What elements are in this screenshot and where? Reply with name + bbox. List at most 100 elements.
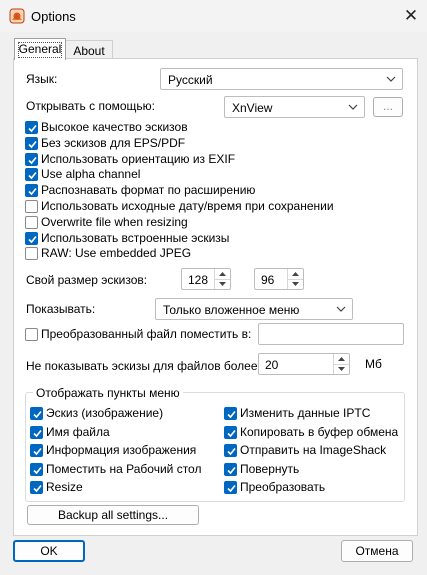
thumb-height-value: 96: [261, 273, 275, 287]
show-label: Показывать:: [26, 302, 96, 316]
menu-item-checkbox[interactable]: [224, 481, 237, 494]
close-icon[interactable]: ✕: [398, 4, 424, 28]
open-with-select-value: XnView: [232, 101, 273, 115]
checkmark-icon: [227, 447, 236, 456]
xnview-app-icon: [9, 8, 25, 24]
option-label: Без эскизов для EPS/PDF: [41, 135, 186, 150]
menu-item-label: Изменить данные IPTC: [240, 406, 371, 420]
menu-item-label: Эскиз (изображение): [46, 406, 164, 420]
backup-settings-button[interactable]: Backup all settings...: [27, 505, 199, 525]
browse-button-label: ...: [382, 99, 393, 113]
checkmark-icon: [28, 235, 37, 243]
convert-file-checkbox[interactable]: [25, 328, 38, 341]
option-label: Высокое качество эскизов: [41, 120, 188, 134]
checkmark-icon: [28, 156, 37, 164]
menu-item-checkbox[interactable]: [224, 462, 237, 476]
menu-item-label: Resize: [46, 480, 83, 494]
checkmark-icon: [227, 410, 236, 419]
option-label: Overwrite file when resizing: [41, 214, 188, 229]
spin-down-icon[interactable]: [288, 279, 303, 289]
menu-item-checkbox[interactable]: [30, 462, 43, 476]
thumb-width-value: 128: [188, 273, 209, 287]
max-size-spinner[interactable]: [333, 354, 349, 374]
chevron-down-icon: [336, 306, 346, 312]
backup-settings-label: Backup all settings...: [57, 508, 169, 522]
tab-about-label: About: [73, 44, 105, 58]
language-select-value: Русский: [168, 73, 213, 87]
option-label: Use alpha channel: [41, 167, 141, 182]
window-title: Options: [31, 9, 76, 24]
max-size-label: Не показывать эскизы для файлов более:: [26, 359, 261, 373]
option-label: Использовать ориентацию из EXIF: [41, 151, 236, 166]
menu-item-label: Повернуть: [240, 461, 300, 476]
checkmark-icon: [33, 447, 42, 456]
checkmark-icon: [227, 466, 236, 474]
open-with-select[interactable]: XnView: [224, 96, 365, 118]
spin-down-icon[interactable]: [334, 364, 349, 374]
checkmark-icon: [28, 140, 37, 148]
menu-item-label: Информация изображения: [46, 443, 197, 457]
option-checkbox[interactable]: [25, 215, 38, 229]
checkmark-icon: [33, 410, 42, 419]
ok-button[interactable]: OK: [13, 540, 85, 562]
spin-down-icon[interactable]: [215, 279, 230, 289]
checkmark-icon: [28, 172, 37, 180]
convert-file-label: Преобразованный файл поместить в:: [41, 327, 252, 341]
tab-general-label: General: [18, 42, 62, 56]
option-label: Распознавать формат по расширению: [41, 183, 256, 198]
option-label: Использовать встроенные эскизы: [41, 230, 230, 245]
chevron-down-icon: [348, 104, 358, 110]
option-checkbox[interactable]: [25, 168, 38, 182]
thumb-height-spinner[interactable]: [287, 269, 303, 289]
menu-item-checkbox[interactable]: [224, 407, 237, 420]
menu-item-checkbox[interactable]: [30, 425, 43, 439]
thumb-width-spinner[interactable]: [214, 269, 230, 289]
max-size-field[interactable]: 20: [258, 353, 350, 375]
menu-item-label: Отправить на ImageShack: [240, 443, 387, 457]
menu-item-checkbox[interactable]: [30, 481, 43, 494]
checkmark-icon: [227, 484, 236, 493]
option-checkbox[interactable]: [25, 152, 38, 166]
option-checkbox[interactable]: [25, 231, 38, 245]
menu-item-checkbox[interactable]: [30, 407, 43, 420]
language-label: Язык:: [26, 72, 58, 86]
thumb-width-field[interactable]: 128: [181, 268, 231, 290]
thumb-size-label: Свой размер эскизов:: [26, 273, 148, 287]
menu-item-label: Имя файла: [46, 424, 110, 439]
menu-items-group-title: Отображать пункты меню: [33, 386, 183, 400]
option-checkbox[interactable]: [25, 247, 38, 261]
option-checkbox[interactable]: [25, 184, 38, 198]
option-checkbox[interactable]: [25, 200, 38, 213]
checkmark-icon: [33, 484, 42, 493]
menu-item-label: Поместить на Рабочий стол: [46, 461, 202, 476]
menu-item-label: Преобразовать: [240, 480, 326, 494]
thumb-height-field[interactable]: 96: [254, 268, 304, 290]
convert-file-input[interactable]: [258, 323, 404, 345]
chevron-down-icon: [386, 76, 396, 82]
language-select[interactable]: Русский: [160, 68, 403, 90]
show-select[interactable]: Только вложенное меню: [155, 298, 353, 320]
ok-button-label: OK: [40, 544, 58, 558]
browse-button[interactable]: ...: [373, 97, 403, 117]
cancel-button[interactable]: Отмена: [341, 540, 413, 562]
menu-item-label: Копировать в буфер обмена: [240, 424, 399, 439]
max-size-value: 20: [265, 358, 279, 372]
open-with-label: Открывать с помощью:: [26, 99, 155, 113]
option-checkbox[interactable]: [25, 136, 38, 150]
checkmark-icon: [33, 466, 42, 474]
show-select-value: Только вложенное меню: [163, 303, 300, 317]
checkmark-icon: [28, 124, 37, 133]
cancel-button-label: Отмена: [355, 544, 399, 558]
max-size-unit: Мб: [365, 357, 382, 371]
checkmark-icon: [28, 188, 37, 196]
option-label: RAW: Use embedded JPEG: [41, 246, 192, 261]
checkmark-icon: [33, 429, 42, 437]
tab-about[interactable]: About: [65, 40, 113, 60]
tab-general[interactable]: General: [14, 38, 66, 60]
menu-item-checkbox[interactable]: [30, 444, 43, 457]
option-checkbox[interactable]: [25, 121, 38, 134]
option-label: Использовать исходные дату/время при сох…: [41, 199, 334, 213]
menu-item-checkbox[interactable]: [224, 444, 237, 457]
menu-item-checkbox[interactable]: [224, 425, 237, 439]
checkmark-icon: [227, 429, 236, 437]
